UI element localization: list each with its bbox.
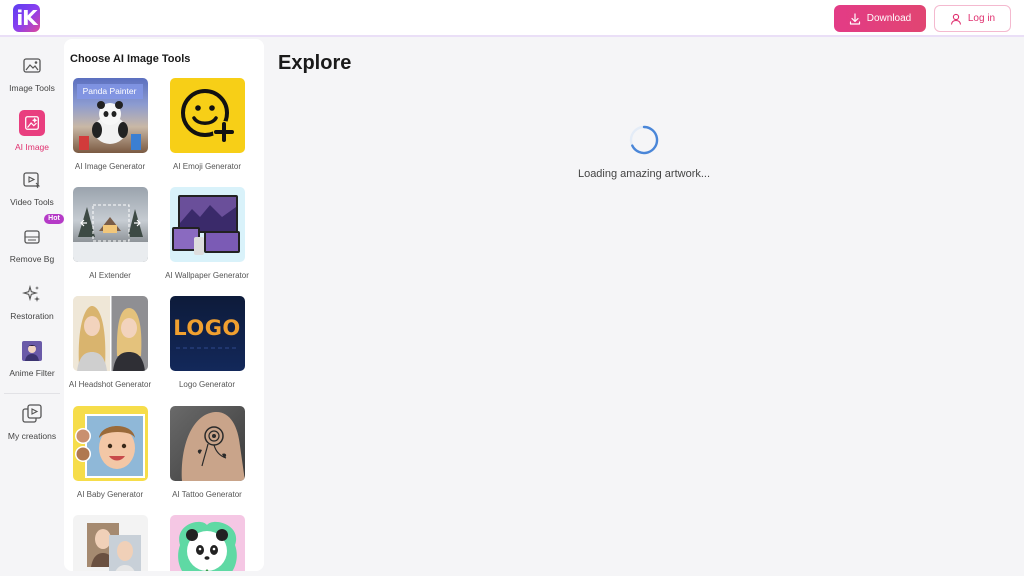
tool-card-logo-generator[interactable]: LOGO Logo Generator bbox=[162, 296, 252, 390]
smiley-plus-icon bbox=[180, 89, 235, 143]
group-photo-illustration bbox=[86, 523, 141, 571]
tool-thumbnail bbox=[72, 406, 148, 481]
tool-card-ai-wallpaper-generator[interactable]: AI Wallpaper Generator bbox=[162, 187, 252, 281]
tool-name: AI Wallpaper Generator bbox=[165, 271, 249, 280]
tool-thumbnail: Panda Painter bbox=[72, 78, 148, 153]
sparkle-icon bbox=[21, 283, 43, 305]
tool-thumbnail bbox=[169, 406, 245, 481]
video-tools-icon bbox=[21, 169, 43, 191]
tool-thumbnail bbox=[72, 296, 148, 371]
my-creations-icon bbox=[21, 403, 43, 425]
rail-item-my-creations[interactable]: My creations bbox=[0, 387, 64, 443]
logo-thumb-decor bbox=[175, 347, 239, 349]
tattoo-illustration bbox=[181, 411, 245, 481]
rail-item-image-tools[interactable]: Image Tools bbox=[0, 39, 64, 95]
rail-item-video-tools[interactable]: Video Tools bbox=[0, 153, 64, 209]
login-button[interactable]: Log in bbox=[934, 5, 1011, 32]
ai-tools-panel: Choose AI Image Tools Panda Painter AI I… bbox=[64, 39, 264, 571]
rail-item-anime-filter[interactable]: Anime Filter bbox=[0, 324, 64, 380]
anime-filter-icon bbox=[21, 340, 43, 362]
login-label: Log in bbox=[967, 13, 996, 24]
tool-card-ai-extender[interactable]: AI Extender bbox=[65, 187, 155, 281]
tool-name: AI Emoji Generator bbox=[172, 162, 242, 171]
rail-item-ai-image[interactable]: AI Image bbox=[0, 96, 64, 152]
tool-name: AI Tattoo Generator bbox=[172, 490, 242, 499]
top-header: iK Download Log in bbox=[0, 0, 1024, 37]
panda-illustration bbox=[78, 101, 141, 150]
loading-text: Loading amazing artwork... bbox=[577, 168, 711, 180]
tool-thumbnail bbox=[72, 187, 148, 262]
tool-name: AI Extender bbox=[89, 271, 131, 280]
rail-item-label: AI Image bbox=[14, 142, 50, 152]
ai-image-icon bbox=[19, 110, 45, 136]
rail-item-label: Restoration bbox=[10, 311, 54, 321]
tool-card-ai-tattoo-generator[interactable]: AI Tattoo Generator bbox=[162, 406, 252, 500]
tool-name: Logo Generator bbox=[178, 380, 236, 389]
download-icon bbox=[849, 12, 860, 25]
download-button[interactable]: Download bbox=[834, 5, 926, 32]
tool-card-ai-image-generator[interactable]: Panda Painter AI Image Generator bbox=[65, 78, 155, 172]
tool-thumbnail bbox=[169, 187, 245, 262]
left-rail: Image Tools AI Image Video Tools Remove … bbox=[0, 39, 64, 576]
rail-item-restoration[interactable]: Restoration bbox=[0, 267, 64, 323]
headshot-illustration bbox=[72, 296, 148, 371]
image-tools-icon bbox=[21, 55, 43, 77]
devices-illustration bbox=[171, 195, 240, 255]
remove-bg-icon bbox=[21, 226, 43, 248]
rail-divider bbox=[4, 393, 60, 394]
extender-illustration bbox=[72, 204, 148, 262]
tool-thumbnail: LOGO bbox=[169, 296, 245, 371]
tool-card-ai-headshot-generator[interactable]: AI Headshot Generator bbox=[65, 296, 155, 390]
rail-item-label: Anime Filter bbox=[9, 368, 55, 378]
tool-card-panda-sticker[interactable] bbox=[162, 515, 252, 571]
tool-thumbnail bbox=[169, 78, 245, 153]
panda-sticker-illustration bbox=[177, 521, 237, 571]
tool-card-group-photo[interactable] bbox=[65, 515, 155, 571]
tool-card-ai-baby-generator[interactable]: AI Baby Generator bbox=[65, 406, 155, 500]
tool-name: AI Headshot Generator bbox=[68, 380, 152, 389]
loading-spinner-icon bbox=[629, 125, 659, 155]
rail-item-label: Video Tools bbox=[10, 197, 54, 207]
tool-name: AI Baby Generator bbox=[76, 490, 144, 499]
tool-card-ai-emoji-generator[interactable]: AI Emoji Generator bbox=[162, 78, 252, 172]
tool-name: AI Image Generator bbox=[74, 162, 146, 171]
rail-item-label: Image Tools bbox=[9, 83, 55, 93]
tool-thumbnail bbox=[72, 515, 148, 571]
tool-thumbnail bbox=[169, 515, 245, 571]
baby-illustration bbox=[74, 414, 145, 478]
rail-item-label: My creations bbox=[7, 431, 57, 441]
hot-badge: Hot bbox=[44, 214, 64, 224]
rail-item-label: Remove Bg bbox=[9, 254, 55, 264]
app-logo[interactable]: iK bbox=[13, 4, 40, 32]
download-label: Download bbox=[866, 13, 912, 24]
page-title: Explore bbox=[278, 52, 352, 74]
panel-title: Choose AI Image Tools bbox=[70, 53, 191, 65]
user-icon bbox=[950, 13, 961, 25]
